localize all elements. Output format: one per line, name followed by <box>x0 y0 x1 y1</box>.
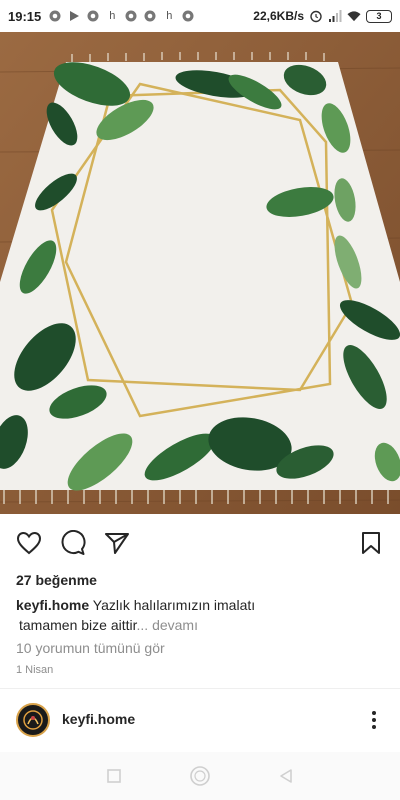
post-date: 1 Nisan <box>16 664 54 676</box>
rug-photo <box>0 32 400 514</box>
chrome-icon <box>181 9 195 23</box>
wifi-icon <box>347 9 361 23</box>
network-speed: 22,6KB/s <box>253 9 304 23</box>
status-left: 19:15 h h <box>8 9 195 24</box>
chrome-icon <box>86 9 100 23</box>
caption-text-line2: tamamen bize aittir <box>19 617 137 633</box>
home-button[interactable] <box>188 764 212 788</box>
caption-text-line1: Yazlık halılarımızın imalatı <box>92 597 256 613</box>
status-right: 22,6KB/s 3 <box>253 9 392 23</box>
save-button[interactable] <box>356 528 386 558</box>
post-caption: keyfi.home Yazlık halılarımızın imalatı … <box>16 595 386 635</box>
battery-icon: 3 <box>366 9 392 23</box>
back-button[interactable] <box>274 764 298 788</box>
comment-button[interactable] <box>58 528 88 558</box>
dot <box>372 725 376 729</box>
alarm-icon <box>309 9 323 23</box>
like-button[interactable] <box>14 528 44 558</box>
chrome-icon <box>124 9 138 23</box>
home-circle-icon <box>190 766 210 786</box>
play-store-icon <box>67 9 81 23</box>
more-options-button[interactable] <box>364 706 384 734</box>
caption-username[interactable]: keyfi.home <box>16 597 89 613</box>
status-time: 19:15 <box>8 8 42 24</box>
next-post-username[interactable]: keyfi.home <box>62 711 135 727</box>
likes-count[interactable]: 27 beğenme <box>16 572 97 588</box>
comment-icon <box>61 530 86 555</box>
dot <box>372 711 376 715</box>
android-nav-bar <box>0 752 400 800</box>
bookmark-icon <box>362 532 380 554</box>
divider <box>0 688 400 689</box>
back-triangle-icon <box>280 769 292 783</box>
heart-icon <box>16 531 42 555</box>
logo-icon <box>20 707 46 733</box>
h-icon: h <box>109 10 116 22</box>
chrome-icon <box>143 9 157 23</box>
share-button[interactable] <box>102 528 132 558</box>
chrome-icon <box>48 9 62 23</box>
send-icon <box>105 533 129 554</box>
caption-more-link[interactable]: devamı <box>152 617 198 633</box>
dot <box>372 718 376 722</box>
status-bar: 19:15 h h 22,6KB/s 3 <box>0 0 400 32</box>
h-icon: h <box>166 10 173 22</box>
action-bar <box>0 522 400 562</box>
signal-icon <box>328 9 342 23</box>
post-image[interactable] <box>0 32 400 514</box>
square-icon <box>107 769 121 783</box>
next-post-header: keyfi.home <box>0 700 400 740</box>
view-comments-link[interactable]: 10 yorumun tümünü gör <box>16 640 165 656</box>
recents-button[interactable] <box>102 764 126 788</box>
caption-line2: tamamen bize aittir... devamı <box>16 615 386 635</box>
avatar[interactable] <box>16 703 50 737</box>
caption-ellipsis: ... <box>136 617 149 633</box>
